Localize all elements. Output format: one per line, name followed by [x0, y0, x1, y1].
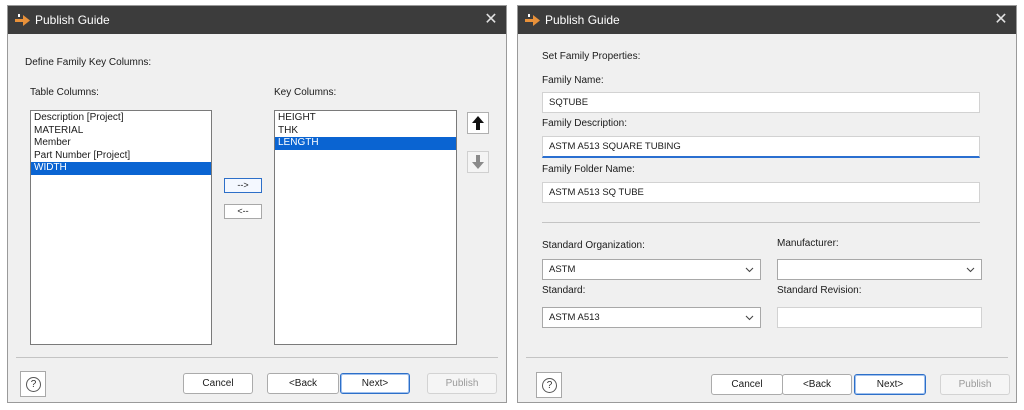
list-item[interactable]: MATERIAL: [31, 125, 211, 138]
standard-revision-label: Standard Revision:: [777, 285, 862, 296]
table-columns-listbox[interactable]: Description [Project] MATERIAL Member Part …: [30, 110, 212, 345]
help-button[interactable]: ?: [536, 372, 562, 398]
publish-guide-dialog-key-columns: Publish Guide ✕ Define Family Key Column…: [7, 5, 507, 403]
section-label: Define Family Key Columns:: [25, 57, 152, 68]
cancel-button[interactable]: Cancel: [711, 374, 783, 395]
title-bar: Publish Guide ✕: [518, 6, 1016, 34]
close-icon: ✕: [484, 11, 498, 28]
title-bar: Publish Guide ✕: [8, 6, 506, 34]
list-item[interactable]: THK: [275, 125, 456, 138]
table-columns-label: Table Columns:: [30, 87, 99, 98]
family-description-label: Family Description:: [542, 118, 628, 129]
standard-organization-label: Standard Organization:: [542, 240, 645, 251]
key-columns-label: Key Columns:: [274, 87, 337, 98]
list-item[interactable]: LENGTH: [275, 137, 456, 150]
dialog-title: Publish Guide: [545, 13, 620, 27]
section-separator: [542, 222, 980, 223]
move-down-button[interactable]: [467, 151, 489, 173]
help-icon: ?: [26, 377, 41, 392]
publish-button[interactable]: Publish: [940, 374, 1010, 395]
close-button[interactable]: ✕: [476, 6, 506, 34]
manufacturer-label: Manufacturer:: [777, 238, 839, 249]
key-columns-listbox[interactable]: HEIGHT THK LENGTH: [274, 110, 457, 345]
list-item[interactable]: Part Number [Project]: [31, 150, 211, 163]
close-icon: ✕: [994, 11, 1008, 28]
standard-revision-input[interactable]: [777, 307, 982, 328]
list-item[interactable]: Description [Project]: [31, 112, 211, 125]
standard-organization-select[interactable]: ASTM: [542, 259, 761, 280]
add-key-column-button[interactable]: -->: [224, 178, 262, 193]
family-folder-label: Family Folder Name:: [542, 164, 635, 175]
standard-value: ASTM A513: [549, 312, 600, 323]
section-label: Set Family Properties:: [542, 51, 641, 62]
manufacturer-select[interactable]: [777, 259, 982, 280]
back-button[interactable]: <Back: [267, 373, 339, 394]
next-button[interactable]: Next>: [854, 374, 926, 395]
back-button[interactable]: <Back: [782, 374, 852, 395]
footer-separator: [16, 357, 498, 358]
family-folder-input[interactable]: ASTM A513 SQ TUBE: [542, 182, 980, 203]
chevron-down-icon: [745, 315, 754, 321]
dialog-title: Publish Guide: [35, 13, 110, 27]
close-button[interactable]: ✕: [986, 6, 1016, 34]
list-item[interactable]: HEIGHT: [275, 112, 456, 125]
standard-select[interactable]: ASTM A513: [542, 307, 761, 328]
standard-organization-value: ASTM: [549, 264, 576, 275]
list-item[interactable]: WIDTH: [31, 162, 211, 175]
publish-guide-dialog-family-properties: Publish Guide ✕ Set Family Properties: F…: [517, 5, 1017, 403]
list-item[interactable]: Member: [31, 137, 211, 150]
footer-separator: [526, 357, 1008, 358]
arrow-down-icon: [472, 155, 484, 169]
help-icon: ?: [542, 378, 557, 393]
cancel-button[interactable]: Cancel: [183, 373, 253, 394]
move-up-button[interactable]: [467, 112, 489, 134]
help-button[interactable]: ?: [20, 371, 46, 397]
next-button[interactable]: Next>: [340, 373, 410, 394]
publish-guide-logo-icon: [15, 14, 30, 26]
family-name-input[interactable]: SQTUBE: [542, 92, 980, 113]
standard-label: Standard:: [542, 285, 586, 296]
remove-key-column-button[interactable]: <--: [224, 204, 262, 219]
chevron-down-icon: [966, 267, 975, 273]
publish-button[interactable]: Publish: [427, 373, 497, 394]
chevron-down-icon: [745, 267, 754, 273]
publish-guide-logo-icon: [525, 14, 540, 26]
family-description-input[interactable]: ASTM A513 SQUARE TUBING: [542, 136, 980, 158]
arrow-up-icon: [472, 116, 484, 130]
family-name-label: Family Name:: [542, 75, 604, 86]
